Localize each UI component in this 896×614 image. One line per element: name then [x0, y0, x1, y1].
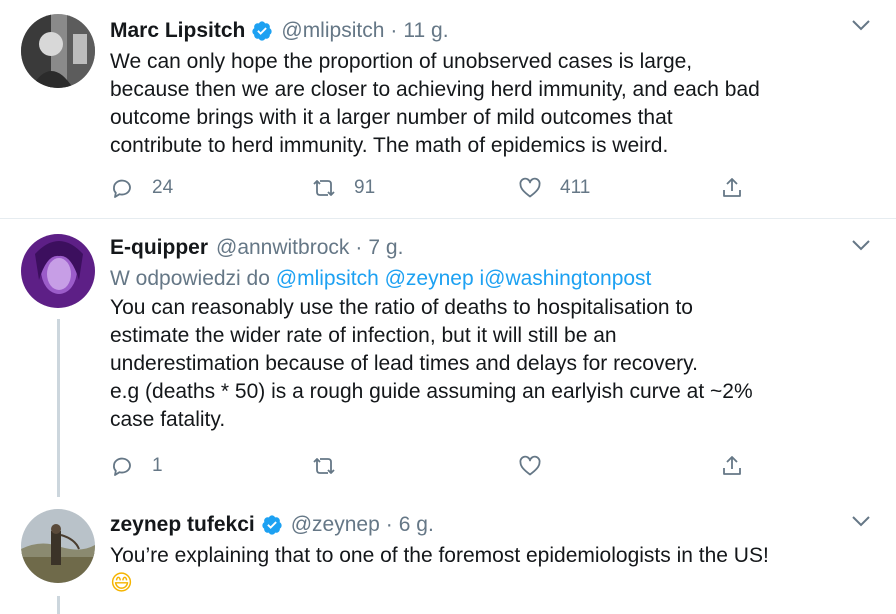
like-button[interactable] [518, 451, 560, 481]
tweet-line: You can reasonably use the ratio of deat… [110, 296, 693, 319]
tweet-header: zeynep tufekci @zeynep · 6 g. [110, 510, 866, 540]
separator-dot: · [390, 19, 398, 42]
tweet-header: E-quipper @annwitbrock · 7 g. [110, 233, 866, 263]
timestamp[interactable]: 11 g. [403, 16, 448, 46]
chevron-down-icon[interactable] [852, 515, 870, 527]
tweet-line: case fatality. [110, 408, 226, 431]
retweet-button[interactable]: 91 [312, 173, 375, 203]
tweet-actions: 24 91 411 [110, 173, 866, 203]
like-icon [519, 455, 541, 476]
tweet-text: We can only hope the proportion of unobs… [110, 48, 866, 160]
tweet-header: Marc Lipsitch @mlipsitch · 11 g. [110, 16, 866, 46]
tweet-text: You’re explaining that to one of the for… [110, 542, 866, 598]
share-icon [723, 178, 741, 197]
chevron-down-icon[interactable] [852, 19, 870, 31]
tweet-line: outcome brings with it a larger number o… [110, 106, 673, 129]
tweet-line: estimate the wider rate of infection, bu… [110, 324, 617, 347]
tweet-line: because then we are closer to achieving … [110, 78, 760, 101]
tweet-actions: 1 [110, 451, 866, 481]
avatar-zeynep-tufekci[interactable] [21, 509, 95, 583]
tweet-line: You’re explaining that to one of the for… [110, 544, 769, 567]
retweet-count: 91 [354, 177, 376, 198]
share-button[interactable] [720, 173, 744, 203]
tweet-line: e.g (deaths * 50) is a rough guide assum… [110, 380, 753, 403]
display-name[interactable]: E-quipper [110, 233, 208, 263]
replying-to-links[interactable]: @mlipsitch @zeynep i@washingtonpost [276, 267, 652, 290]
tweet-2[interactable]: E-quipper @annwitbrock · 7 g. W odpowied… [0, 219, 896, 497]
avatar-e-quipper[interactable] [21, 234, 95, 308]
thread-line [57, 596, 60, 614]
retweet-button[interactable] [312, 451, 354, 481]
user-handle[interactable]: @zeynep [291, 510, 380, 540]
separator-dot: · [355, 236, 363, 259]
tweet-3[interactable]: zeynep tufekci @zeynep · 6 g. You’re exp… [0, 494, 896, 614]
chevron-down-icon[interactable] [852, 239, 870, 251]
share-icon [723, 456, 741, 475]
reply-count: 1 [152, 455, 163, 476]
like-icon [519, 177, 541, 198]
timestamp[interactable]: 7 g. [368, 233, 403, 263]
tweet-1[interactable]: Marc Lipsitch @mlipsitch · 11 g. We can … [0, 0, 896, 218]
replying-to: W odpowiedzi do @mlipsitch @zeynep i@was… [110, 265, 866, 293]
replying-to-label: W odpowiedzi do [110, 267, 276, 290]
reply-count: 24 [152, 177, 174, 198]
tweet-line: We can only hope the proportion of unobs… [110, 50, 693, 73]
display-name[interactable]: Marc Lipsitch [110, 16, 245, 46]
grinning-emoji: 😄 [110, 571, 133, 596]
verified-badge-icon [262, 515, 282, 535]
retweet-icon [313, 458, 335, 474]
share-button[interactable] [720, 451, 744, 481]
avatar-marc-lipsitch[interactable] [21, 14, 95, 88]
tweet-text: You can reasonably use the ratio of deat… [110, 294, 866, 434]
tweet-line: contribute to herd immunity. The math of… [110, 134, 669, 157]
tweet-line: underestimation because of lead times an… [110, 352, 698, 375]
separator-dot: · [385, 513, 393, 536]
user-handle[interactable]: @mlipsitch [281, 16, 384, 46]
like-count: 411 [560, 177, 591, 198]
display-name[interactable]: zeynep tufekci [110, 510, 255, 540]
retweet-icon [313, 180, 335, 196]
reply-icon [113, 179, 131, 198]
user-handle[interactable]: @annwitbrock [216, 233, 349, 263]
reply-button[interactable]: 1 [110, 451, 163, 481]
like-button[interactable]: 411 [518, 173, 590, 203]
reply-icon [113, 457, 131, 476]
thread-line [57, 319, 60, 497]
timestamp[interactable]: 6 g. [399, 510, 434, 540]
verified-badge-icon [252, 21, 272, 41]
reply-button[interactable]: 24 [110, 173, 173, 203]
